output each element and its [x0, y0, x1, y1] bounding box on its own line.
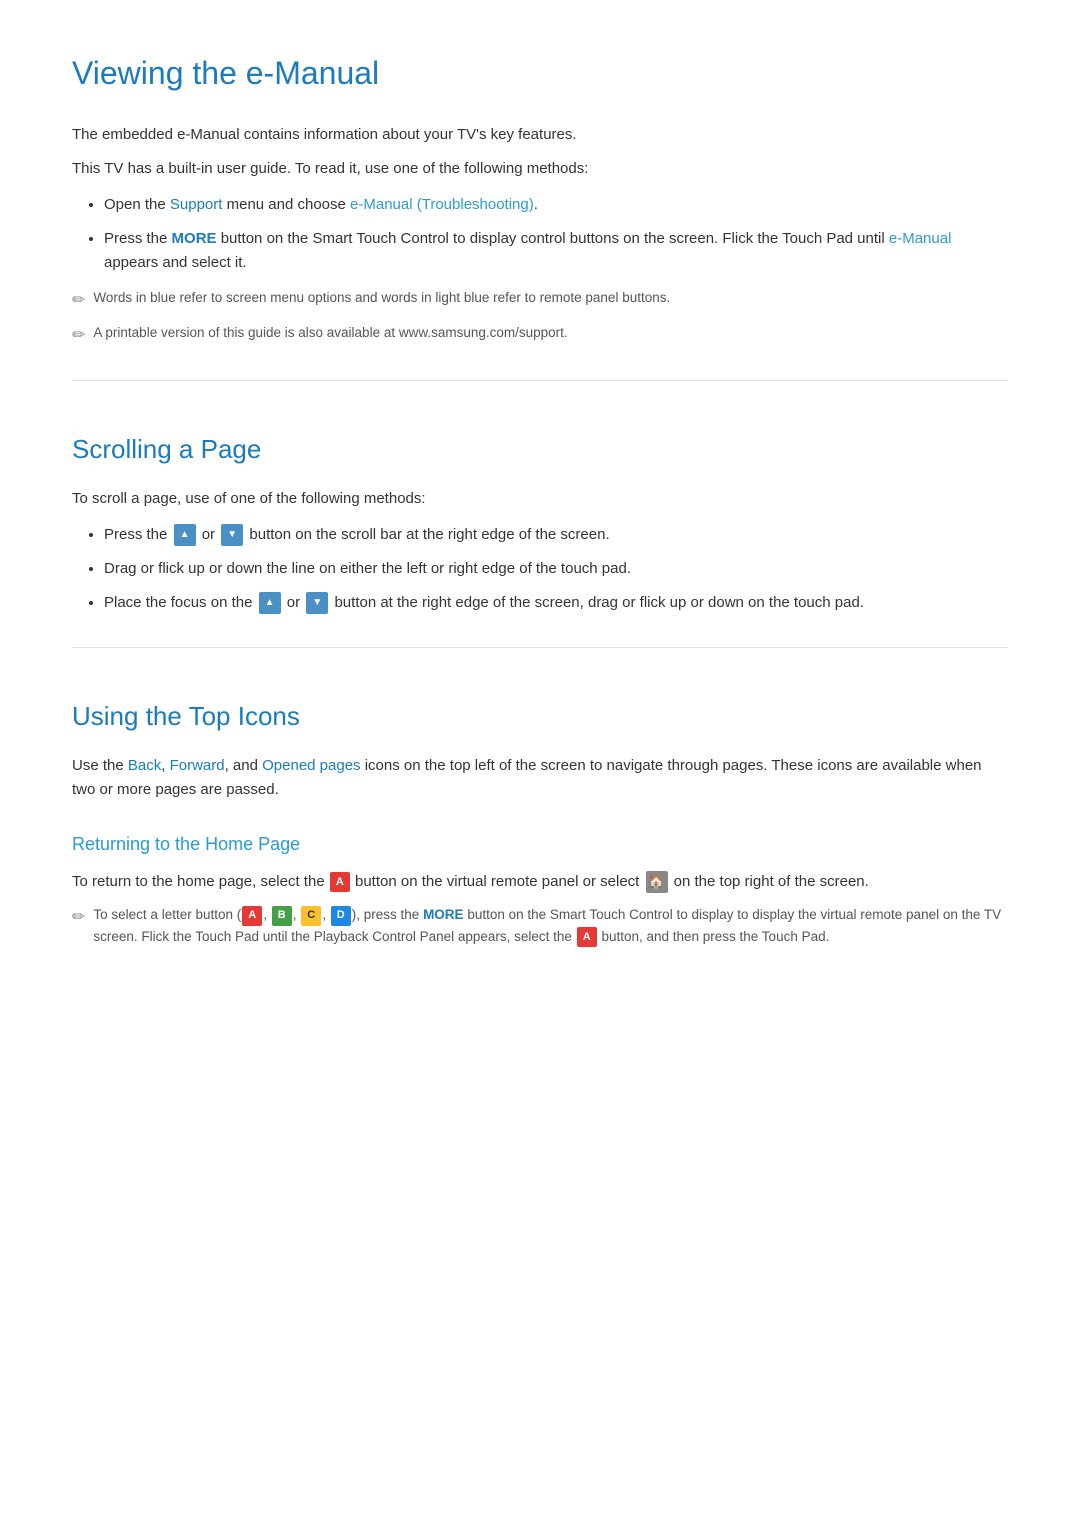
a-button-ref: A	[330, 872, 350, 892]
more-button-ref-2: MORE	[423, 907, 464, 922]
intro-paragraph-1: The embedded e-Manual contains informati…	[72, 123, 1008, 147]
intro-bullet-list: Open the Support menu and choose e-Manua…	[104, 193, 1008, 275]
divider-2	[72, 647, 1008, 648]
or-text-1: or	[202, 526, 215, 543]
scrolling-bullet-2: Drag or flick up or down the line on eit…	[104, 557, 1008, 581]
divider-1	[72, 380, 1008, 381]
or-text-2: or	[287, 594, 300, 611]
opened-pages-link[interactable]: Opened pages	[262, 757, 360, 774]
intro-paragraph-2: This TV has a built-in user guide. To re…	[72, 157, 1008, 181]
note-2: ✏ A printable version of this guide is a…	[72, 322, 1008, 349]
more-button-ref: MORE	[172, 230, 217, 247]
letter-btn-c: C	[301, 906, 321, 926]
pencil-icon-3: ✏	[72, 905, 85, 931]
down-arrow-btn: ▼	[221, 524, 243, 546]
letter-btn-b: B	[272, 906, 292, 926]
page-title: Viewing the e-Manual	[72, 48, 1008, 99]
scrolling-bullet-1: Press the ▲ or ▼ button on the scroll ba…	[104, 523, 1008, 547]
note-1: ✏ Words in blue refer to screen menu opt…	[72, 287, 1008, 314]
down-arrow-btn-2: ▼	[306, 592, 328, 614]
back-link[interactable]: Back	[128, 757, 161, 774]
top-icons-intro: Use the Back, Forward, and Opened pages …	[72, 754, 1008, 802]
home-page-intro: To return to the home page, select the A…	[72, 870, 1008, 894]
letter-btn-d: D	[331, 906, 351, 926]
intro-bullet-1: Open the Support menu and choose e-Manua…	[104, 193, 1008, 217]
emanual-troubleshooting-link[interactable]: e-Manual (Troubleshooting)	[350, 196, 534, 213]
up-arrow-btn-2: ▲	[259, 592, 281, 614]
up-arrow-btn: ▲	[174, 524, 196, 546]
home-icon: 🏠	[646, 871, 668, 893]
intro-bullet-2: Press the MORE button on the Smart Touch…	[104, 227, 1008, 275]
emanual-link[interactable]: e-Manual	[889, 230, 952, 247]
note-text-1: Words in blue refer to screen menu optio…	[93, 287, 670, 309]
support-link[interactable]: Support	[170, 196, 223, 213]
home-page-note-text: To select a letter button (A, B, C, D), …	[93, 904, 1008, 947]
scrolling-intro: To scroll a page, use of one of the foll…	[72, 487, 1008, 511]
home-page-section-title: Returning to the Home Page	[72, 830, 1008, 859]
scrolling-bullet-list: Press the ▲ or ▼ button on the scroll ba…	[104, 523, 1008, 615]
pencil-icon-2: ✏	[72, 323, 85, 349]
home-page-note: ✏ To select a letter button (A, B, C, D)…	[72, 904, 1008, 947]
scrolling-section-title: Scrolling a Page	[72, 429, 1008, 471]
top-icons-section-title: Using the Top Icons	[72, 696, 1008, 738]
pencil-icon-1: ✏	[72, 288, 85, 314]
note-text-2: A printable version of this guide is als…	[93, 322, 567, 344]
forward-link[interactable]: Forward	[170, 757, 225, 774]
scrolling-bullet-3: Place the focus on the ▲ or ▼ button at …	[104, 591, 1008, 615]
letter-btn-a-2: A	[577, 927, 597, 947]
letter-btn-a: A	[242, 906, 262, 926]
